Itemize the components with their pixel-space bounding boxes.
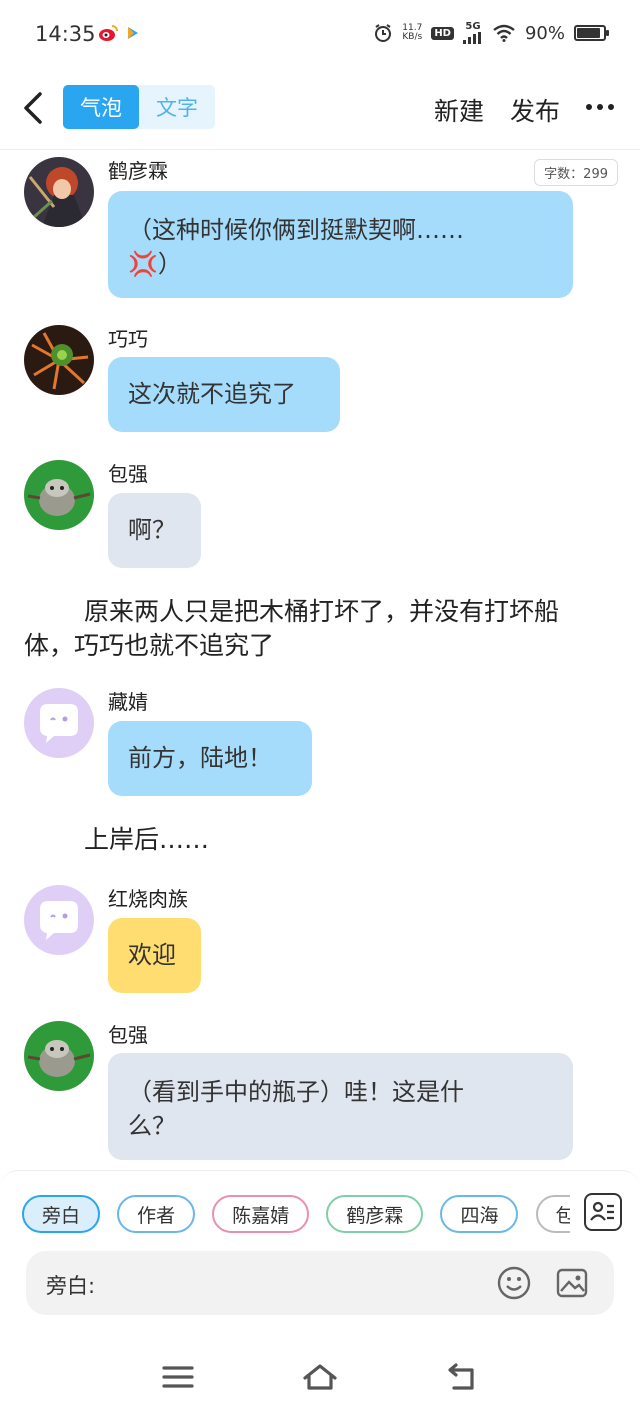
sender-name: 包强 [108,462,148,486]
message-bubble[interactable]: （这种时候你俩到挺默契啊…… 💢） [108,191,573,298]
role-chip[interactable]: 四海 [440,1195,519,1233]
avatar[interactable] [24,325,94,395]
message-bubble[interactable]: 欢迎 [108,918,201,993]
back-arrow-icon[interactable] [18,88,50,128]
role-chip[interactable]: 包强 [535,1195,570,1233]
sender-name: 包强 [108,1023,148,1047]
message-input[interactable]: 旁白: [26,1251,614,1315]
weibo-icon [99,25,118,41]
avatar[interactable] [24,1021,94,1091]
battery-fill [577,28,601,38]
avatar[interactable] [24,688,94,758]
anger-emoji: 💢 [128,250,158,278]
network-speed: 11.7 KB/s [402,23,423,42]
image-icon[interactable] [554,1265,590,1301]
message-bubble[interactable]: 前方，陆地！ [108,721,312,796]
battery-percent: 90% [524,22,565,44]
role-chip[interactable]: 鹤彦霖 [326,1195,424,1233]
avatar[interactable] [24,885,94,955]
message-bubble[interactable]: 这次就不追究了 [108,357,340,432]
status-bar: 14:35 11.7 KB/s HD 5G 90% [0,0,640,70]
narration-text[interactable]: 上岸后…… [24,823,604,857]
contacts-icon[interactable] [584,1193,622,1231]
more-menu-icon[interactable] [586,104,614,110]
alarm-icon [375,24,392,42]
wifi-icon [493,24,515,42]
hd-badge: HD [431,26,454,40]
sender-name: 藏婧 [108,690,148,714]
menu-icon[interactable] [158,1360,198,1394]
role-chip[interactable]: 陈嘉婧 [212,1195,310,1233]
message-bubble[interactable]: （看到手中的瓶子）哇！这是什 么？ [108,1053,573,1160]
publish-button[interactable]: 发布 [510,92,560,128]
word-count-badge: 字数：299 [534,159,618,186]
sender-name: 巧巧 [108,327,148,351]
composer-panel: 旁白 作者 陈嘉婧 鹤彦霖 四海 包强 旁白: [0,1170,640,1340]
app-arrow-icon [128,27,138,39]
tab-text[interactable]: 文字 [139,85,215,129]
role-selector: 旁白 作者 陈嘉婧 鹤彦霖 四海 包强 [22,1195,570,1235]
top-bar: 气泡 文字 新建 发布 [0,70,640,150]
role-chip-narrator[interactable]: 旁白 [22,1195,101,1233]
narration-text[interactable]: 原来两人只是把木桶打坏了，并没有打坏船体，巧巧也就不追究了 [24,595,604,663]
new-button[interactable]: 新建 [434,92,484,128]
role-chip-author[interactable]: 作者 [117,1195,196,1233]
emoji-icon[interactable] [496,1265,532,1301]
input-role-label: 旁白: [46,1274,96,1298]
battery-icon [574,25,609,41]
back-nav-icon[interactable] [442,1360,482,1394]
mode-toggle: 气泡 文字 [63,85,215,129]
tab-bubble[interactable]: 气泡 [63,85,139,129]
system-nav-bar [0,1340,640,1415]
avatar[interactable] [24,460,94,530]
signal-bars-icon [462,32,481,44]
sender-name: 红烧肉族 [108,887,188,911]
avatar[interactable] [24,157,94,227]
signal-indicator: 5G [462,22,483,44]
chat-area[interactable]: 字数：299 鹤彦霖 （这种时候你俩到挺默契啊…… 💢） 巧巧 这次就不追究了 … [0,151,640,1171]
sender-name: 鹤彦霖 [108,159,168,183]
status-time: 14:35 [35,22,96,46]
message-bubble[interactable]: 啊？ [108,493,201,568]
home-icon[interactable] [300,1360,340,1394]
